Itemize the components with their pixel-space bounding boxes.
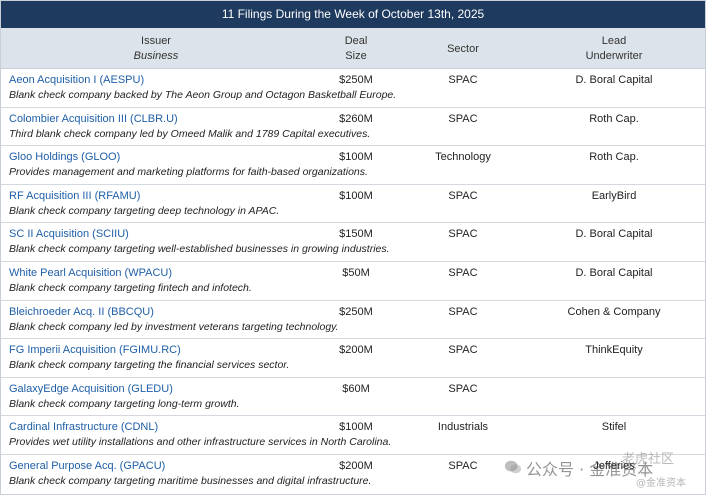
lead-underwriter: D. Boral Capital xyxy=(575,266,653,279)
table-row: Gloo Holdings (GLOO) Provides management… xyxy=(1,146,705,185)
sector: SPAC xyxy=(448,382,478,395)
business-description: Provides management and marketing platfo… xyxy=(9,166,368,179)
header-lead-underwriter: Lead Underwriter xyxy=(549,34,679,64)
table-row: White Pearl Acquisition (WPACU) Blank ch… xyxy=(1,262,705,301)
business-description: Blank check company targeting maritime b… xyxy=(9,474,372,487)
business-description: Blank check company targeting deep techn… xyxy=(9,204,280,217)
header-business-label: Business xyxy=(133,50,179,62)
business-description: Blank check company targeting fintech an… xyxy=(9,281,252,294)
table-header: Issuer Business Deal Size Sector Lead Un… xyxy=(1,28,705,69)
table-row: SC II Acquisition (SCIIU) Blank check co… xyxy=(1,223,705,262)
table-body: Aeon Acquisition I (AESPU) Blank check c… xyxy=(1,69,705,494)
sector: SPAC xyxy=(448,112,478,125)
deal-size: $200M xyxy=(339,344,373,357)
deal-size: $150M xyxy=(339,228,373,241)
issuer-link[interactable]: Cardinal Infrastructure (CDNL) xyxy=(9,421,158,433)
lead-underwriter: Stifel xyxy=(601,421,627,434)
issuer-link[interactable]: Bleichroeder Acq. II (BBCQU) xyxy=(9,306,154,318)
lead-underwriter: D. Boral Capital xyxy=(575,74,653,86)
header-deal-line2: Size xyxy=(345,50,367,62)
issuer-link[interactable]: GalaxyEdge Acquisition (GLEDU) xyxy=(9,383,173,395)
lead-underwriter: EarlyBird xyxy=(591,189,637,202)
table-row: FG Imperii Acquisition (FGIMU.RC) Blank … xyxy=(1,339,705,378)
sector: SPAC xyxy=(448,228,478,241)
business-description: Blank check company targeting the financ… xyxy=(9,359,290,372)
issuer-link[interactable]: RF Acquisition III (RFAMU) xyxy=(9,190,140,202)
table-row: Colombier Acquisition III (CLBR.U) Third… xyxy=(1,108,705,147)
business-description: Provides wet utility installations and o… xyxy=(9,436,392,449)
table-row: General Purpose Acq. (GPACU) Blank check… xyxy=(1,455,705,494)
deal-size: $50M xyxy=(342,266,370,279)
sector: SPAC xyxy=(448,459,478,472)
business-description: Blank check company targeting well-estab… xyxy=(9,243,390,256)
deal-size: $200M xyxy=(339,459,373,472)
business-description: Blank check company backed by The Aeon G… xyxy=(9,89,397,101)
header-lead-line2: Underwriter xyxy=(585,50,643,62)
issuer-link[interactable]: White Pearl Acquisition (WPACU) xyxy=(9,267,172,279)
table-row: Bleichroeder Acq. II (BBCQU) Blank check… xyxy=(1,301,705,340)
deal-size: $100M xyxy=(339,421,373,434)
header-issuer: Issuer Business xyxy=(1,34,311,64)
sector: SPAC xyxy=(448,305,478,318)
issuer-link[interactable]: Aeon Acquisition I (AESPU) xyxy=(9,74,144,86)
sector: Industrials xyxy=(437,421,489,434)
header-deal-size: Deal Size xyxy=(326,34,386,64)
business-description: Third blank check company led by Omeed M… xyxy=(9,127,371,140)
deal-size: $250M xyxy=(339,305,373,318)
sector: SPAC xyxy=(448,74,478,86)
table-title: 11 Filings During the Week of October 13… xyxy=(1,1,705,28)
sector: Technology xyxy=(435,151,491,164)
deal-size: $250M xyxy=(339,74,373,86)
header-issuer-label: Issuer xyxy=(141,35,171,47)
lead-underwriter: Jefferies xyxy=(593,459,635,472)
issuer-link[interactable]: Colombier Acquisition III (CLBR.U) xyxy=(9,113,178,125)
sector: SPAC xyxy=(448,266,478,279)
business-description: Blank check company targeting long-term … xyxy=(9,397,240,410)
sector: SPAC xyxy=(448,189,478,202)
deal-size: $100M xyxy=(339,189,373,202)
ipo-filings-table: 11 Filings During the Week of October 13… xyxy=(0,0,706,495)
issuer-link[interactable]: SC II Acquisition (SCIIU) xyxy=(9,228,129,240)
lead-underwriter: ThinkEquity xyxy=(585,344,643,357)
table-row: Cardinal Infrastructure (CDNL) Provides … xyxy=(1,416,705,455)
lead-underwriter: Roth Cap. xyxy=(589,151,639,164)
lead-underwriter: Cohen & Company xyxy=(567,305,661,318)
header-lead-line1: Lead xyxy=(601,35,627,47)
business-description: Blank check company led by investment ve… xyxy=(9,320,339,333)
issuer-link[interactable]: Gloo Holdings (GLOO) xyxy=(9,151,120,163)
table-row: Aeon Acquisition I (AESPU) Blank check c… xyxy=(1,69,705,108)
sector: SPAC xyxy=(448,344,478,357)
table-row: RF Acquisition III (RFAMU) Blank check c… xyxy=(1,185,705,224)
deal-size: $260M xyxy=(339,112,373,125)
deal-size: $60M xyxy=(342,382,370,395)
issuer-link[interactable]: General Purpose Acq. (GPACU) xyxy=(9,460,165,472)
table-row: GalaxyEdge Acquisition (GLEDU) Blank che… xyxy=(1,378,705,417)
deal-size: $100M xyxy=(339,151,373,164)
header-deal-line1: Deal xyxy=(344,35,368,47)
header-sector: Sector xyxy=(447,43,479,55)
lead-underwriter: D. Boral Capital xyxy=(575,228,653,241)
lead-underwriter: Roth Cap. xyxy=(589,112,639,125)
issuer-link[interactable]: FG Imperii Acquisition (FGIMU.RC) xyxy=(9,344,181,356)
